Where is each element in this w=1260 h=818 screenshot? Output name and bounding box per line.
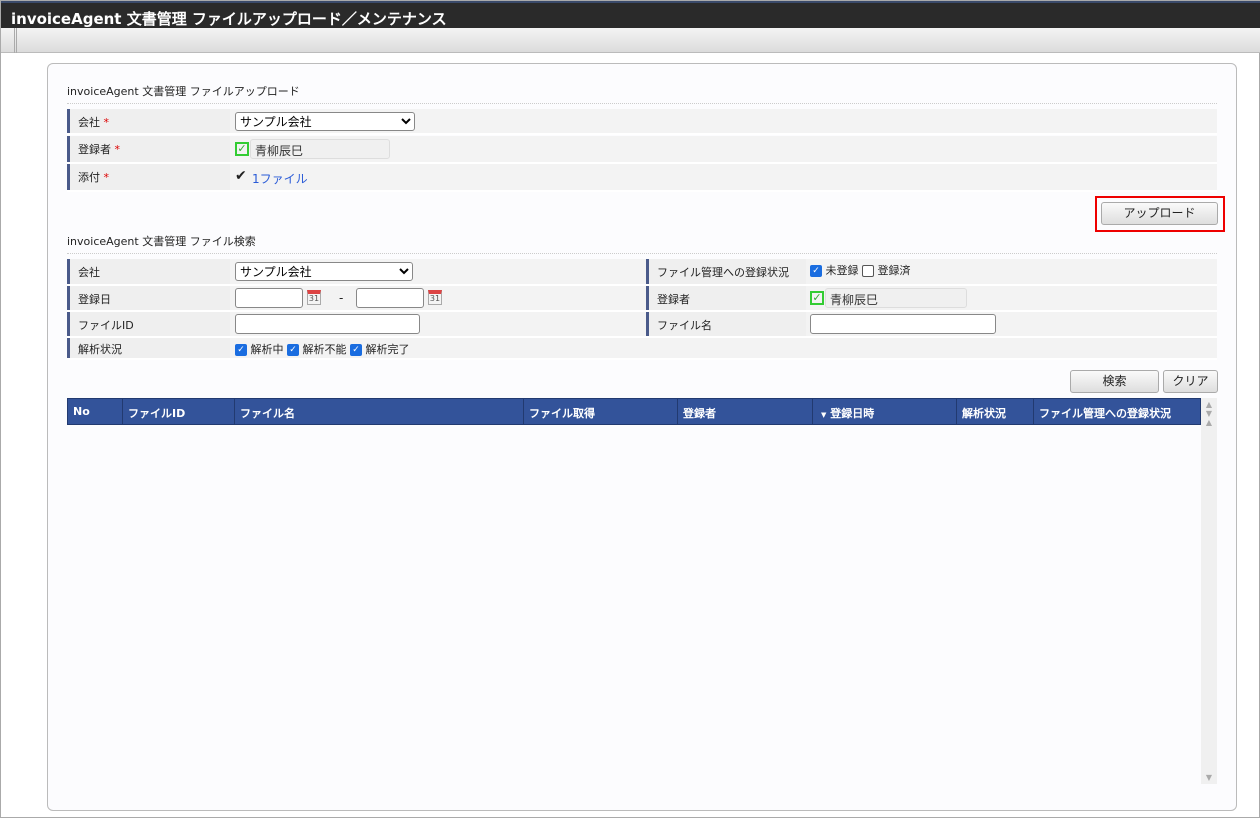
attach-label: 添付	[78, 171, 100, 184]
required-mark: *	[114, 143, 121, 156]
unanalyzable-checkbox[interactable]: ✓	[287, 344, 299, 356]
analyzed-label: 解析完了	[365, 343, 410, 356]
checkmark-icon: ✔	[235, 168, 247, 184]
reg-status-options: ✓ 未登録 登録済	[810, 262, 911, 278]
date-from-input[interactable]	[235, 288, 303, 308]
calendar-icon[interactable]: 31	[428, 290, 442, 305]
fileid-label: ファイルID	[67, 312, 230, 336]
col-registered-at-label: 登録日時	[830, 407, 875, 420]
col-file-get[interactable]: ファイル取得	[524, 399, 678, 424]
unregistered-label: 未登録	[825, 264, 859, 277]
search-row-4: 解析状況 ✓ 解析中 ✓ 解析不能 ✓ 解析完了	[67, 338, 1217, 360]
check-icon: ✓	[810, 291, 824, 305]
attached-files-link[interactable]: 1ファイル	[252, 170, 308, 187]
search-row-3: ファイルID ファイル名	[67, 312, 1217, 338]
upload-registrant-row: 登録者 * ✓ 青柳辰巳	[67, 136, 1217, 164]
filename-label: ファイル名	[646, 312, 806, 336]
scroll-down-icon[interactable]: ▼	[1201, 409, 1217, 418]
search-row-2: 登録日 31 - 31 登録者 ✓ 青柳辰巳	[67, 286, 1217, 312]
search-button[interactable]: 検索	[1070, 370, 1159, 393]
company-label: 会社	[78, 116, 100, 129]
registered-label: 登録済	[877, 264, 911, 277]
required-mark: *	[103, 171, 110, 184]
registered-checkbox[interactable]	[862, 265, 874, 277]
col-file-name[interactable]: ファイル名	[235, 399, 524, 424]
toolbar-separator	[14, 28, 17, 53]
calendar-icon[interactable]: 31	[307, 290, 321, 305]
scroll-up-icon[interactable]: ▲	[1201, 400, 1217, 409]
filename-input[interactable]	[810, 314, 996, 334]
analyzed-checkbox[interactable]: ✓	[350, 344, 362, 356]
date-to-input[interactable]	[356, 288, 424, 308]
required-mark: *	[103, 116, 110, 129]
search-registrant-field[interactable]: 青柳辰巳	[825, 288, 967, 308]
col-reg-status[interactable]: ファイル管理への登録状況	[1034, 399, 1201, 424]
upload-button[interactable]: アップロード	[1101, 202, 1218, 225]
search-company-select[interactable]: サンプル会社	[235, 262, 413, 281]
table-scrollbar[interactable]: ▲ ▼ ▲ ▼	[1201, 398, 1217, 784]
toolbar	[1, 28, 1260, 53]
scroll-down-icon[interactable]: ▼	[1201, 773, 1217, 782]
status-label: 解析状況	[67, 338, 230, 358]
upload-attach-row: 添付 * ✔ 1ファイル	[67, 164, 1217, 192]
search-company-label: 会社	[67, 259, 230, 284]
col-analysis-status[interactable]: 解析状況	[957, 399, 1034, 424]
unanalyzable-label: 解析不能	[302, 343, 347, 356]
col-registrant[interactable]: 登録者	[678, 399, 813, 424]
search-row-1: 会社 サンプル会社 ファイル管理への登録状況 ✓ 未登録 登録済	[67, 259, 1217, 286]
registrant-label: 登録者	[78, 143, 111, 156]
reg-status-label: ファイル管理への登録状況	[646, 259, 806, 284]
col-file-id[interactable]: ファイルID	[123, 399, 235, 424]
sort-desc-icon: ▼	[821, 411, 827, 419]
date-label: 登録日	[67, 286, 230, 310]
upload-company-select[interactable]: サンプル会社	[235, 112, 415, 131]
col-registered-at[interactable]: ▼ 登録日時	[813, 399, 957, 424]
scroll-up-icon[interactable]: ▲	[1201, 418, 1217, 427]
status-options: ✓ 解析中 ✓ 解析不能 ✓ 解析完了	[235, 341, 410, 357]
clear-button[interactable]: クリア	[1163, 370, 1218, 393]
date-separator: -	[339, 291, 344, 305]
unregistered-checkbox[interactable]: ✓	[810, 265, 822, 277]
check-icon: ✓	[235, 142, 249, 156]
window-title: invoiceAgent 文書管理 ファイルアップロード／メンテナンス	[1, 1, 1260, 28]
search-registrant-label: 登録者	[646, 286, 806, 310]
search-section-title: invoiceAgent 文書管理 ファイル検索	[67, 233, 1217, 254]
analyzing-checkbox[interactable]: ✓	[235, 344, 247, 356]
upload-section-title: invoiceAgent 文書管理 ファイルアップロード	[67, 83, 1217, 104]
fileid-input[interactable]	[235, 314, 420, 334]
results-table-header: No ファイルID ファイル名 ファイル取得 登録者 ▼ 登録日時 解析状況 フ…	[67, 398, 1201, 425]
analyzing-label: 解析中	[250, 343, 284, 356]
upload-company-row: 会社 * サンプル会社	[67, 109, 1217, 135]
col-no[interactable]: No	[68, 399, 123, 424]
upload-registrant-field[interactable]: 青柳辰巳	[250, 139, 390, 159]
